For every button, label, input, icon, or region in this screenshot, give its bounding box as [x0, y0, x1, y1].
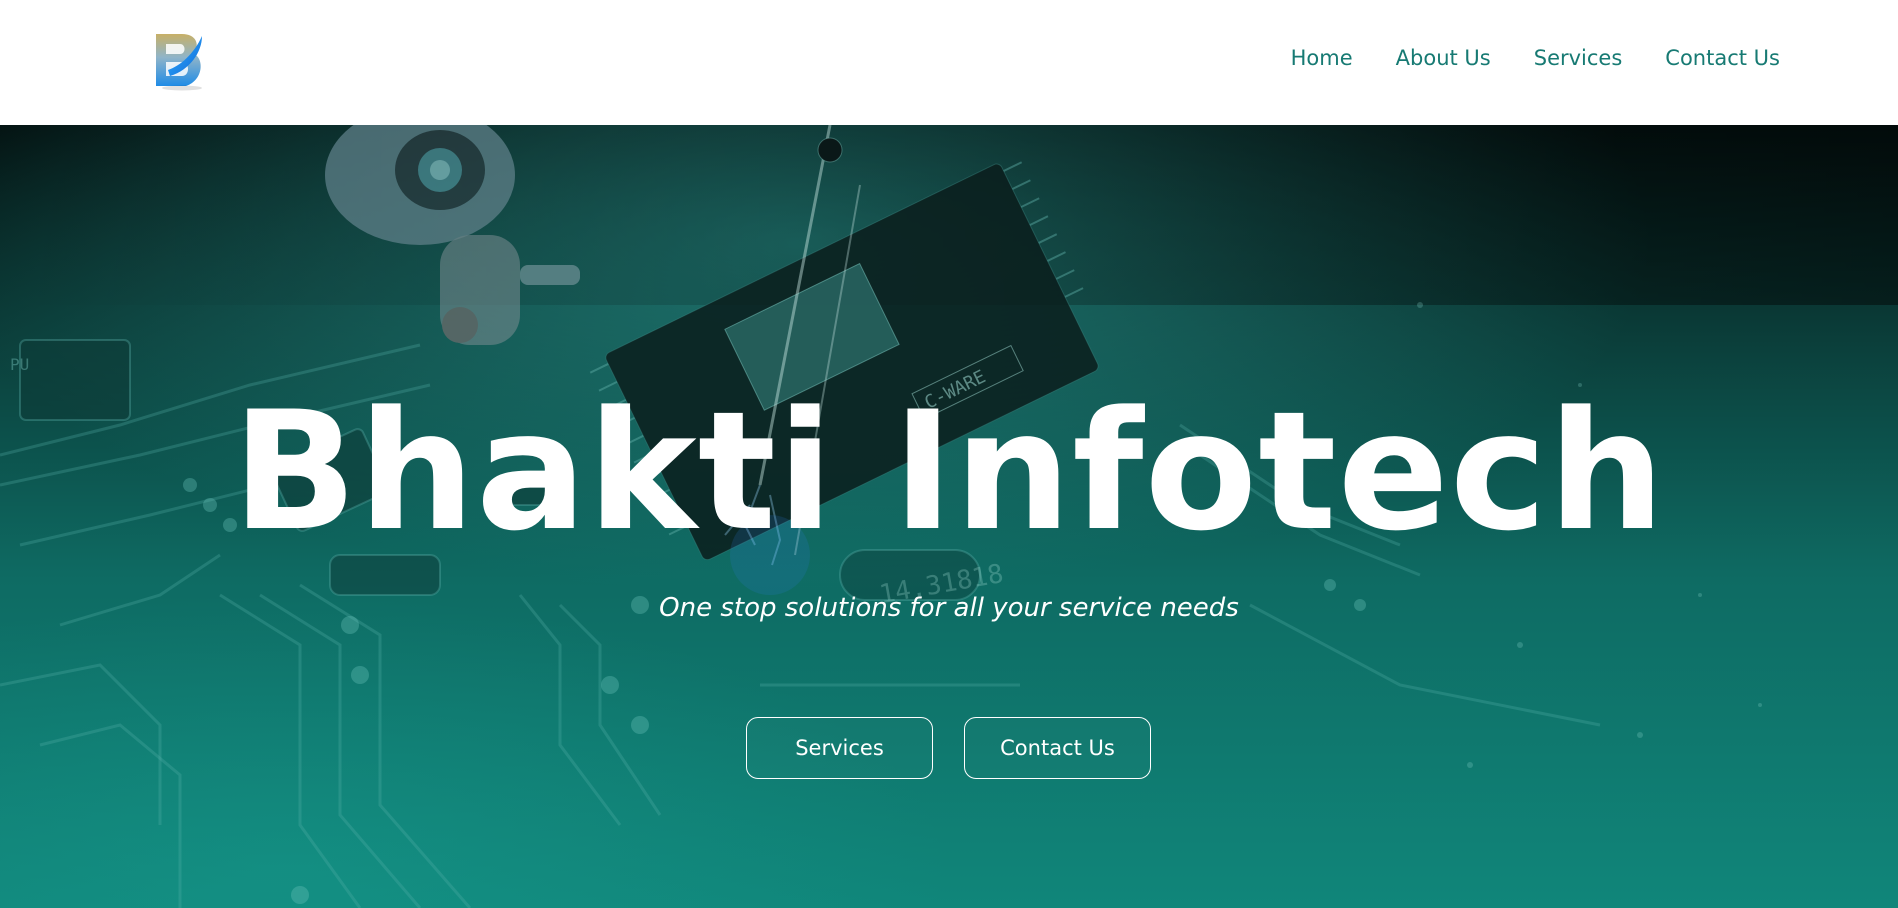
- hero-section: PU C-WARE 14.31818 Bhakti Infotech One s…: [0, 125, 1898, 908]
- hero-title: Bhakti Infotech: [232, 376, 1666, 567]
- nav-contact-link[interactable]: Contact Us: [1665, 46, 1780, 70]
- svg-text:PU: PU: [10, 355, 29, 374]
- contact-us-button[interactable]: Contact Us: [964, 717, 1151, 779]
- services-button[interactable]: Services: [746, 717, 933, 779]
- brand-logo-icon[interactable]: [148, 30, 210, 92]
- main-nav: Home About Us Services Contact Us: [1248, 46, 1780, 70]
- nav-home-link[interactable]: Home: [1291, 46, 1353, 70]
- nav-services-link[interactable]: Services: [1534, 46, 1623, 70]
- nav-about-link[interactable]: About Us: [1396, 46, 1491, 70]
- hero-subtitle: One stop solutions for all your service …: [659, 593, 1239, 623]
- site-header: Home About Us Services Contact Us: [0, 0, 1898, 125]
